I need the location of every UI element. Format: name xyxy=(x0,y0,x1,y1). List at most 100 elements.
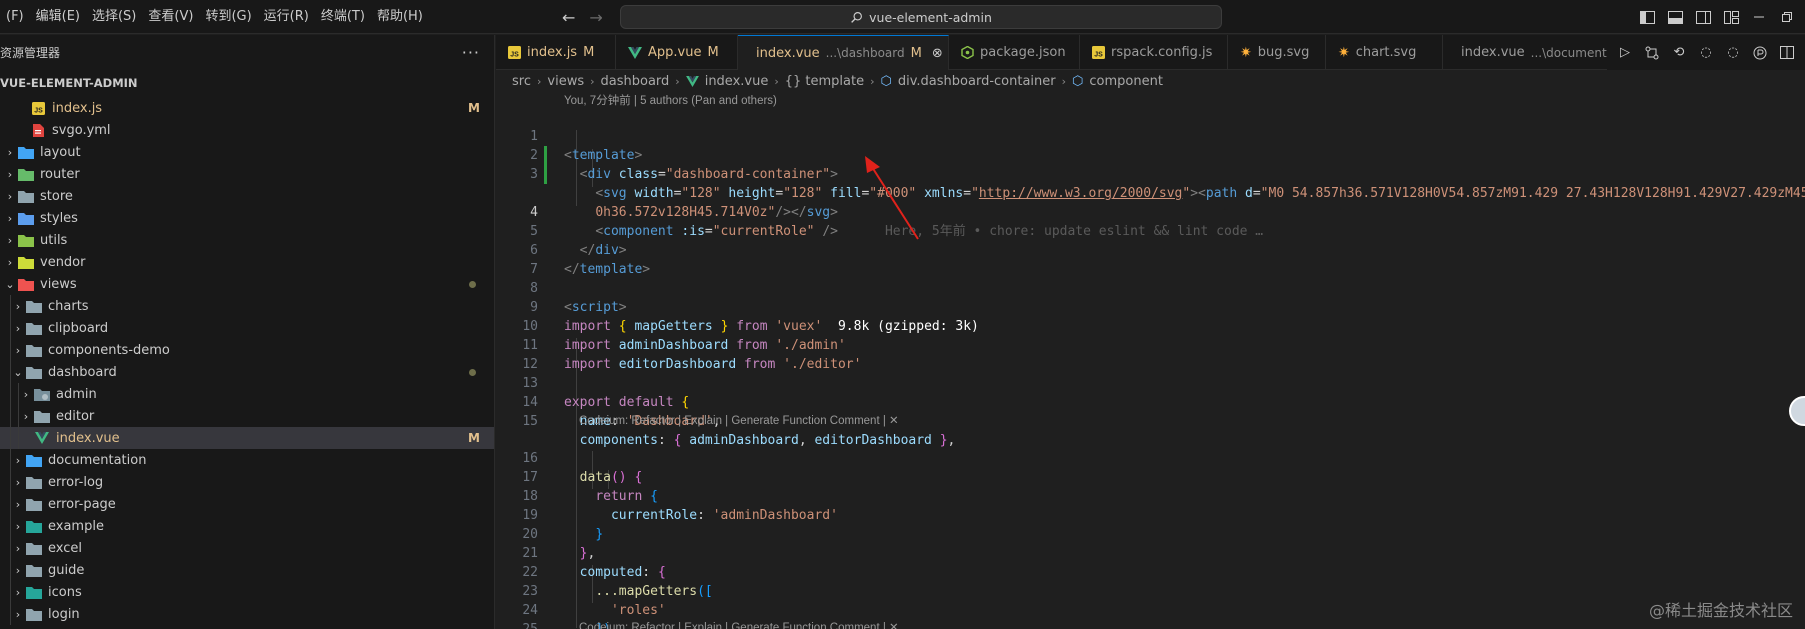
menu-go[interactable]: 转到(G) xyxy=(199,0,257,34)
codeium-codelens[interactable]: Codeium: Refactor | Explain | Generate F… xyxy=(579,620,899,629)
forward-arrow-icon[interactable]: → xyxy=(589,8,602,27)
tree-item-index-js[interactable]: JS index.js M xyxy=(0,97,494,119)
tab-label: bug.svg xyxy=(1257,45,1310,60)
tree-item-store[interactable]: › store xyxy=(0,185,494,207)
tree-guide xyxy=(10,559,11,581)
code-line: 8 <script> xyxy=(496,260,1805,315)
split-editor-icon[interactable] xyxy=(1779,45,1795,61)
tree-item-documentation[interactable]: › documentation xyxy=(0,449,494,471)
code-line: 24 ]) xyxy=(496,582,1805,629)
tree-item-dashboard[interactable]: ⌄ dashboard xyxy=(0,361,494,383)
code-line: 15 components: { adminDashboard, editorD… xyxy=(496,393,1805,448)
run-icon[interactable]: ▷ xyxy=(1617,45,1633,61)
menu-selection[interactable]: 选择(S) xyxy=(86,0,142,34)
tree-item-utils[interactable]: › utils xyxy=(0,229,494,251)
folder-icon xyxy=(34,409,50,423)
breadcrumb-file[interactable]: index.vue xyxy=(705,74,769,89)
tab-label: App.vue xyxy=(648,45,702,60)
chevron-right-icon: › xyxy=(1061,74,1067,88)
tab-index-js[interactable]: JS index.js M xyxy=(496,35,616,70)
breadcrumb-src[interactable]: src xyxy=(512,74,531,89)
menu-run[interactable]: 运行(R) xyxy=(258,0,315,34)
blame-annotation[interactable]: You, 7分钟前 | 5 authors (Pan and others) xyxy=(564,92,777,108)
chevron-right-icon: › xyxy=(774,74,779,88)
tree-item-components-demo[interactable]: › components-demo xyxy=(0,339,494,361)
tab-rspack-config-js[interactable]: JS rspack.config.js xyxy=(1080,35,1228,70)
previous-change-icon[interactable]: ◌ xyxy=(1698,45,1714,61)
tree-item-charts[interactable]: › charts xyxy=(0,295,494,317)
tree-item-error-log[interactable]: › error-log xyxy=(0,471,494,493)
tree-item-error-page[interactable]: › error-page xyxy=(0,493,494,515)
tree-item-views[interactable]: ⌄ views xyxy=(0,273,494,295)
code-line-wrapped: 0h36.572v128H45.714V0z"/></svg> xyxy=(595,205,838,220)
tree-item-svgo-yml[interactable]: svgo.yml xyxy=(0,119,494,141)
command-center-label: vue-element-admin xyxy=(869,9,992,25)
tree-guide xyxy=(10,361,11,383)
tree-item-icons[interactable]: › icons xyxy=(0,581,494,603)
tree-item-login[interactable]: › login xyxy=(0,603,494,625)
menu-help[interactable]: 帮助(H) xyxy=(371,0,429,34)
toggle-panel-icon[interactable] xyxy=(1667,9,1683,25)
more-actions-icon[interactable]: ··· xyxy=(462,43,480,62)
tab-chart-svg[interactable]: ✷ chart.svg xyxy=(1326,35,1443,70)
tab-index-vue-dashboard[interactable]: index.vue ...\dashboard M ⊗ xyxy=(738,35,949,70)
tab-index-vue-documentation[interactable]: index.vue ...\documenta xyxy=(1443,35,1613,70)
menu-file[interactable]: (F) xyxy=(0,0,30,34)
breadcrumb-template[interactable]: {} template xyxy=(785,74,864,89)
tree-item-clipboard[interactable]: › clipboard xyxy=(0,317,494,339)
tree-item-index-vue[interactable]: index.vue M xyxy=(0,427,494,449)
tree-guide xyxy=(18,383,19,405)
code-editor[interactable]: You, 7分钟前 | 5 authors (Pan and others) 1… xyxy=(496,92,1805,629)
tree-item-styles[interactable]: › styles xyxy=(0,207,494,229)
timeline-icon[interactable] xyxy=(1752,45,1768,61)
tree-item-admin[interactable]: › admin xyxy=(0,383,494,405)
chevron-right-icon: › xyxy=(15,563,21,577)
js-file-icon: JS xyxy=(30,101,46,115)
tab-package-json[interactable]: package.json xyxy=(949,35,1080,70)
svg-file-icon: ✷ xyxy=(1240,44,1252,61)
next-change-icon[interactable]: ◌ xyxy=(1725,45,1741,61)
chevron-right-icon: › xyxy=(7,145,13,159)
minimize-icon[interactable] xyxy=(1751,9,1767,25)
tree-item-editor[interactable]: › editor xyxy=(0,405,494,427)
command-center[interactable]: vue-element-admin xyxy=(620,5,1222,29)
code-line: 20 }, xyxy=(496,506,1805,561)
code-line: 12 xyxy=(496,336,1805,372)
chevron-down-icon: ⌄ xyxy=(13,365,23,379)
menu-view[interactable]: 查看(V) xyxy=(142,0,199,34)
tab-bug-svg[interactable]: ✷ bug.svg xyxy=(1228,35,1326,70)
chevron-down-icon: ⌄ xyxy=(5,277,15,291)
code-line: 3 <svg width="128" height="128" fill="#0… xyxy=(496,146,1805,201)
breadcrumb-div[interactable]: div.dashboard-container xyxy=(898,74,1056,89)
project-root[interactable]: VUE-ELEMENT-ADMIN xyxy=(0,69,494,97)
tree-guide xyxy=(10,493,11,515)
breadcrumb-component[interactable]: component xyxy=(1089,74,1163,89)
restore-icon[interactable] xyxy=(1779,9,1795,25)
codeium-codelens[interactable]: Codeium: Refactor | Explain | Generate F… xyxy=(579,413,899,427)
vue-file-icon xyxy=(685,75,699,87)
tree-item-router[interactable]: › router xyxy=(0,163,494,185)
tree-item-excel[interactable]: › excel xyxy=(0,537,494,559)
menu-edit[interactable]: 编辑(E) xyxy=(30,0,86,34)
toggle-sidebar-icon[interactable] xyxy=(1639,9,1655,25)
breadcrumb-views[interactable]: views xyxy=(547,74,584,89)
modified-dot xyxy=(469,368,476,376)
menu-bar: (F) 编辑(E) 选择(S) 查看(V) 转到(G) 运行(R) 终端(T) … xyxy=(0,0,429,33)
toggle-secondary-sidebar-icon[interactable] xyxy=(1695,9,1711,25)
folder-vendor-icon xyxy=(18,255,34,269)
go-back-change-icon[interactable]: ⟲ xyxy=(1671,45,1687,61)
source-control-compare-icon[interactable] xyxy=(1644,45,1660,61)
editor-tab-bar: JS index.js M App.vue M index.vue ...\da… xyxy=(496,35,1805,70)
tree-item-example[interactable]: › example xyxy=(0,515,494,537)
menu-terminal[interactable]: 终端(T) xyxy=(315,0,371,34)
close-icon[interactable]: ⊗ xyxy=(932,46,943,61)
tree-item-guide[interactable]: › guide xyxy=(0,559,494,581)
customize-layout-icon[interactable] xyxy=(1723,9,1739,25)
tab-app-vue[interactable]: App.vue M xyxy=(616,35,738,70)
tree-item-layout[interactable]: › layout xyxy=(0,141,494,163)
breadcrumb-dashboard[interactable]: dashboard xyxy=(601,74,670,89)
tree-item-vendor[interactable]: › vendor xyxy=(0,251,494,273)
nodejs-file-icon xyxy=(961,46,974,59)
project-name: VUE-ELEMENT-ADMIN xyxy=(0,76,138,90)
back-arrow-icon[interactable]: ← xyxy=(562,8,575,27)
